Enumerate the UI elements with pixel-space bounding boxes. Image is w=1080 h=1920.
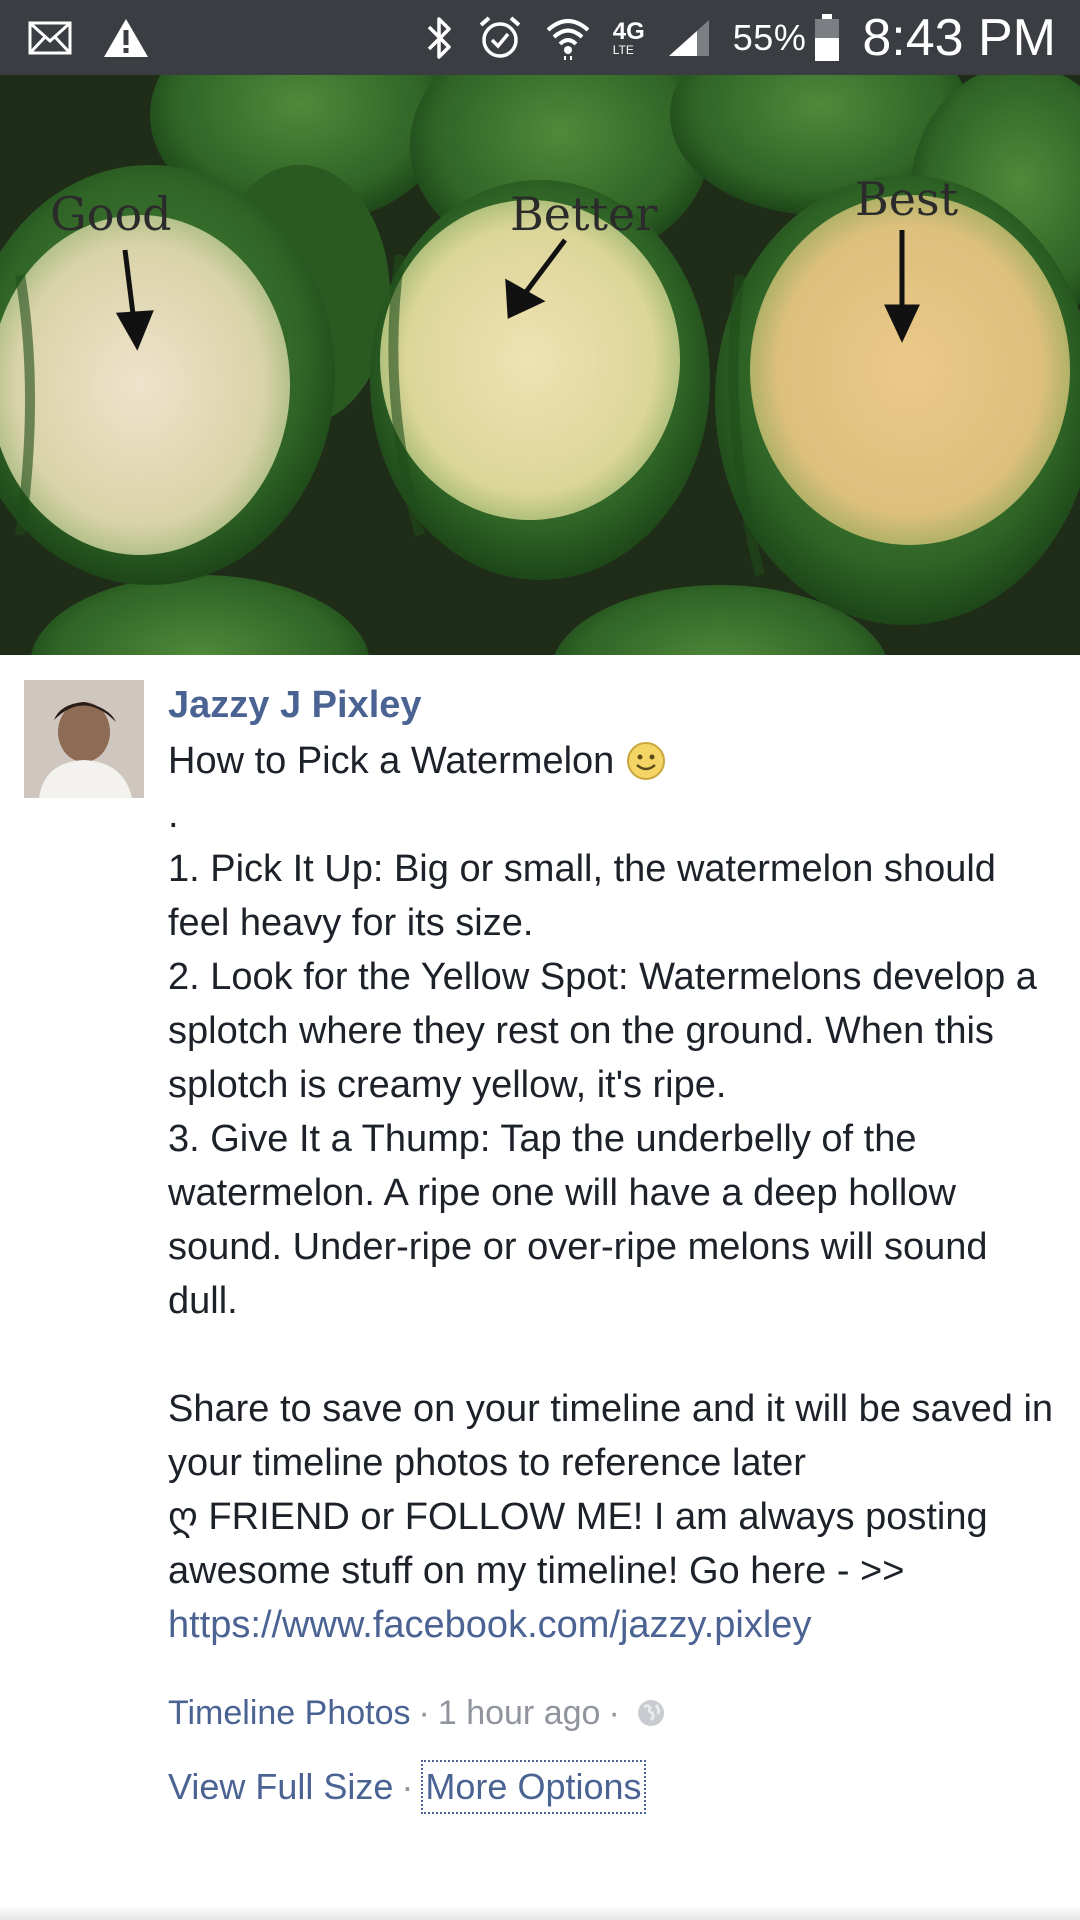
bottom-edge xyxy=(0,1906,1080,1920)
actions-separator: · xyxy=(401,1766,414,1807)
smiley-icon xyxy=(626,741,666,781)
battery-percent: 55% xyxy=(732,16,807,58)
post-photo[interactable]: Good Better Best xyxy=(0,75,1080,655)
bluetooth-icon xyxy=(425,15,455,61)
profile-link[interactable]: https://www.facebook.com/jazzy.pixley xyxy=(168,1598,1058,1652)
author-name-link[interactable]: Jazzy J Pixley xyxy=(168,680,1058,730)
status-right: 4G LTE 55% 8:43 PM xyxy=(403,8,1056,68)
post-title-line: How to Pick a Watermelon xyxy=(168,734,1058,788)
warning-icon xyxy=(102,17,150,59)
watermelon-photo: Good Better Best xyxy=(0,75,1080,655)
friend-follow-text: ღ FRIEND or FOLLOW ME! I am always posti… xyxy=(168,1496,999,1592)
avatar[interactable] xyxy=(24,680,144,798)
post-body: Jazzy J Pixley How to Pick a Watermelon … xyxy=(168,680,1058,1814)
network-type: 4G LTE xyxy=(612,17,645,57)
view-full-size-link[interactable]: View Full Size xyxy=(168,1762,393,1812)
post-meta: Timeline Photos · 1 hour ago · xyxy=(168,1688,1058,1738)
signal-icon xyxy=(667,18,711,58)
timestamp[interactable]: 1 hour ago xyxy=(438,1688,601,1738)
post-actions: View Full Size · More Options xyxy=(168,1760,1058,1814)
more-options-link[interactable]: More Options xyxy=(421,1760,646,1814)
clock: 8:43 PM xyxy=(862,8,1056,67)
post-title: How to Pick a Watermelon xyxy=(168,740,615,782)
network-sub-label: LTE xyxy=(612,42,634,57)
globe-icon xyxy=(636,1698,666,1728)
battery-icon xyxy=(814,13,840,62)
network-label: 4G xyxy=(612,17,645,45)
meta-separator: · xyxy=(418,1694,430,1732)
mail-icon xyxy=(28,21,72,55)
wifi-icon xyxy=(545,16,591,60)
status-left xyxy=(28,17,180,59)
status-bar: 4G LTE 55% 8:43 PM xyxy=(0,0,1080,75)
post-text: . 1. Pick It Up: Big or small, the water… xyxy=(168,794,1054,1484)
label-better: Better xyxy=(510,187,657,241)
meta-separator: · xyxy=(608,1694,620,1732)
label-good: Good xyxy=(50,187,172,241)
album-link[interactable]: Timeline Photos xyxy=(168,1688,411,1738)
label-best: Best xyxy=(855,172,959,226)
alarm-icon xyxy=(477,15,523,61)
